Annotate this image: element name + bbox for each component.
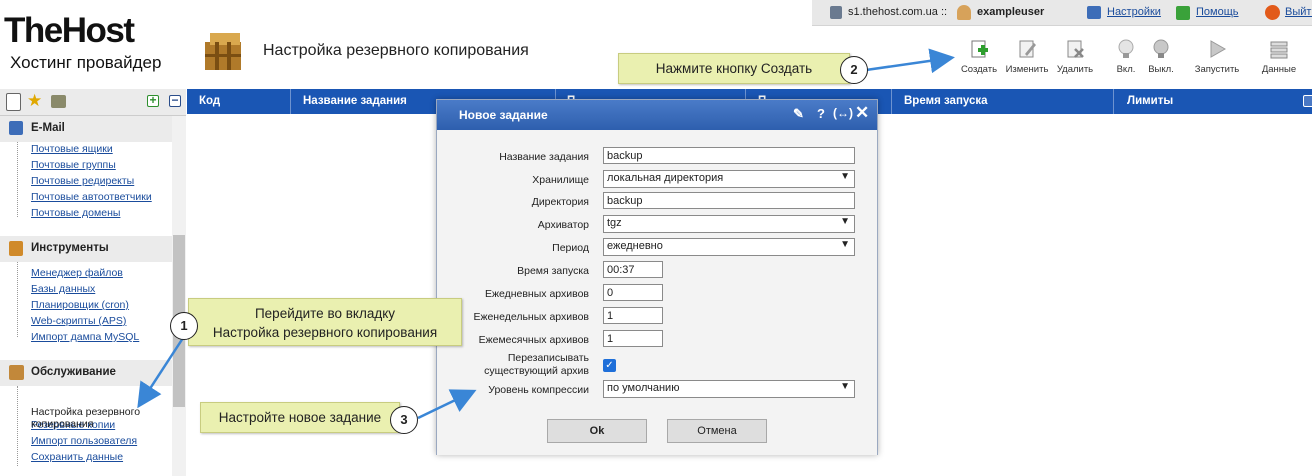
callout-2: Нажмите кнопку Создать (618, 53, 850, 84)
callout-3: Настройте новое задание (200, 402, 400, 433)
arrow-2 (865, 48, 955, 74)
callout-1-line2: Настройка резервного копирования (212, 325, 438, 340)
callout-1-line1: Перейдите во вкладку (254, 306, 396, 321)
step-2-badge: 2 (840, 56, 868, 84)
arrow-1 (137, 337, 185, 409)
step-1-badge: 1 (170, 312, 198, 340)
callout-1: Перейдите во вкладку Настройка резервног… (188, 298, 462, 346)
arrow-3 (417, 389, 477, 420)
step-3-badge: 3 (390, 406, 418, 434)
